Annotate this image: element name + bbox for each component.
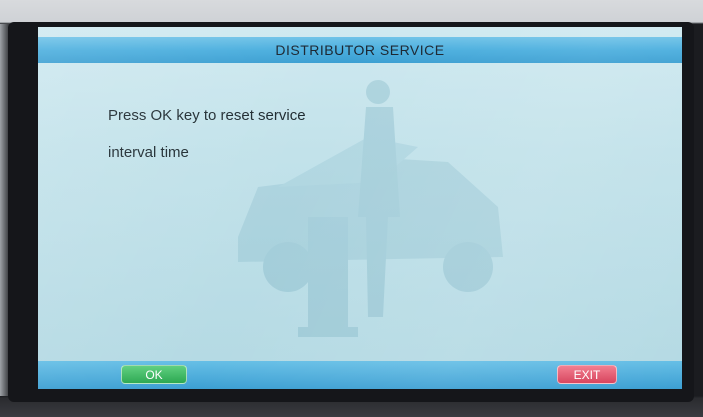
page-title: DISTRIBUTOR SERVICE xyxy=(275,42,445,58)
instruction-message: Press OK key to reset service interval t… xyxy=(108,107,306,161)
display-screen: DISTRIBUTOR SERVICE Press OK key to rese… xyxy=(38,27,682,389)
ok-button[interactable]: OK xyxy=(121,365,187,384)
message-line: interval time xyxy=(108,144,189,161)
soft-key-bar: OK EXIT xyxy=(38,361,682,389)
exit-button[interactable]: EXIT xyxy=(557,365,617,384)
message-line: Press OK key to reset service xyxy=(108,107,306,124)
title-bar: DISTRIBUTOR SERVICE xyxy=(38,37,682,63)
